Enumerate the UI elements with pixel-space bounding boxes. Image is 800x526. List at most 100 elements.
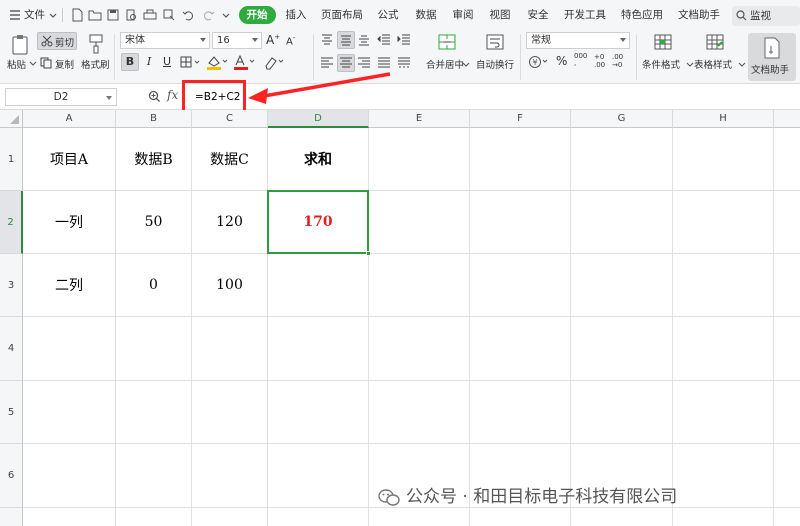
tab-review[interactable]: 审阅 xyxy=(448,0,478,30)
cell-I4[interactable] xyxy=(774,317,800,381)
cell-F4[interactable] xyxy=(470,317,571,381)
redo-icon[interactable] xyxy=(201,8,215,22)
column-header-D[interactable]: D xyxy=(268,110,369,128)
cell-H5[interactable] xyxy=(673,381,774,444)
cell-A2[interactable]: 一列 xyxy=(23,191,116,254)
cell-B6[interactable] xyxy=(116,444,192,508)
zoom-icon[interactable] xyxy=(148,90,161,106)
percent-icon[interactable]: % xyxy=(556,54,567,68)
fill-color-icon[interactable] xyxy=(206,54,230,73)
cell-B3[interactable]: 0 xyxy=(116,254,192,317)
paste-icon[interactable] xyxy=(10,34,30,59)
wrap-text-icon[interactable] xyxy=(486,33,504,54)
row-header-3[interactable]: 3 xyxy=(0,254,23,317)
conditional-format-button[interactable]: 条件格式 xyxy=(642,57,680,71)
quick-access-dropdown-icon[interactable] xyxy=(220,8,234,22)
cell-B5[interactable] xyxy=(116,381,192,444)
cell-D4[interactable] xyxy=(268,317,369,381)
decrease-font-icon[interactable]: A- xyxy=(286,34,295,47)
increase-font-icon[interactable]: A+ xyxy=(266,33,280,47)
thousands-separator-icon[interactable]: 000, xyxy=(574,53,587,67)
row-header-4[interactable]: 4 xyxy=(0,317,23,381)
cell-A1[interactable]: 项目A xyxy=(23,128,116,191)
file-menu[interactable]: 文件 xyxy=(24,0,45,30)
search-input[interactable]: 监视 xyxy=(732,6,800,26)
conditional-format-icon[interactable] xyxy=(654,33,672,54)
copy-icon[interactable] xyxy=(40,57,52,72)
tab-data[interactable]: 数据 xyxy=(411,0,441,30)
italic-button[interactable]: I xyxy=(140,53,158,71)
cell-E3[interactable] xyxy=(369,254,470,317)
cell-B7[interactable] xyxy=(116,508,192,526)
column-header-E[interactable]: E xyxy=(369,110,470,128)
column-header-C[interactable]: C xyxy=(192,110,268,128)
cell-C4[interactable] xyxy=(192,317,268,381)
cell-H2[interactable] xyxy=(673,191,774,254)
decrease-decimal-icon[interactable]: .00 →0 xyxy=(612,53,623,69)
hamburger-menu-icon[interactable] xyxy=(8,8,22,22)
cell-B1[interactable]: 数据B xyxy=(116,128,192,191)
cell-C7[interactable] xyxy=(192,508,268,526)
table-style-button[interactable]: 表格样式 xyxy=(694,57,732,71)
name-box[interactable]: D2 xyxy=(5,88,117,106)
chevron-down-icon[interactable] xyxy=(48,8,62,22)
cell-H3[interactable] xyxy=(673,254,774,317)
tab-doc-assistant[interactable]: 文档助手 xyxy=(677,0,721,30)
cell-G7[interactable] xyxy=(571,508,673,526)
cell-F1[interactable] xyxy=(470,128,571,191)
cell-B2[interactable]: 50 xyxy=(116,191,192,254)
format-painter-button[interactable]: 格式刷 xyxy=(81,57,110,71)
row-header-2[interactable]: 2 xyxy=(0,191,23,254)
column-header-F[interactable]: F xyxy=(470,110,571,128)
align-middle-button[interactable] xyxy=(337,31,355,49)
conditional-format-dropdown-icon[interactable] xyxy=(686,59,694,72)
merge-center-button[interactable]: 合并居中 xyxy=(426,57,464,71)
tab-developer[interactable]: 开发工具 xyxy=(563,0,607,30)
row-header-6[interactable]: 6 xyxy=(0,444,23,508)
row-header-1[interactable]: 1 xyxy=(0,128,23,191)
cell-H4[interactable] xyxy=(673,317,774,381)
cell-A3[interactable]: 二列 xyxy=(23,254,116,317)
cell-D5[interactable] xyxy=(268,381,369,444)
table-style-icon[interactable] xyxy=(706,33,724,54)
cell-G3[interactable] xyxy=(571,254,673,317)
tab-insert[interactable]: 插入 xyxy=(281,0,311,30)
wrap-text-button[interactable]: 自动换行 xyxy=(476,57,514,71)
cell-G2[interactable] xyxy=(571,191,673,254)
select-all-corner[interactable] xyxy=(0,110,23,128)
increase-decimal-icon[interactable]: +0.00 xyxy=(594,53,605,69)
cell-F3[interactable] xyxy=(470,254,571,317)
insert-function-button[interactable]: fx xyxy=(167,88,178,102)
cell-A5[interactable] xyxy=(23,381,116,444)
distributed-align-icon[interactable] xyxy=(397,56,411,73)
cell-D2[interactable]: 170 xyxy=(268,191,369,254)
tab-view[interactable]: 视图 xyxy=(485,0,515,30)
column-header-G[interactable]: G xyxy=(571,110,673,128)
cell-E1[interactable] xyxy=(369,128,470,191)
cell-F2[interactable] xyxy=(470,191,571,254)
column-header-A[interactable]: A xyxy=(23,110,116,128)
paste-dropdown-icon[interactable] xyxy=(29,58,37,71)
merge-center-icon[interactable] xyxy=(438,33,456,54)
cell-E4[interactable] xyxy=(369,317,470,381)
cell-D3[interactable] xyxy=(268,254,369,317)
cell-H7[interactable] xyxy=(673,508,774,526)
fill-handle[interactable] xyxy=(366,251,371,256)
copy-button[interactable]: 复制 xyxy=(55,57,74,71)
tab-home[interactable]: 开始 xyxy=(238,0,276,30)
row-header-partial[interactable] xyxy=(0,508,23,526)
cell-C1[interactable]: 数据C xyxy=(192,128,268,191)
cell-F7[interactable] xyxy=(470,508,571,526)
open-folder-icon[interactable] xyxy=(88,8,102,22)
align-top-icon[interactable] xyxy=(320,33,334,50)
tab-special-apps[interactable]: 特色应用 xyxy=(620,0,664,30)
bold-button[interactable]: B xyxy=(121,53,139,71)
cell-H1[interactable] xyxy=(673,128,774,191)
cell-A7[interactable] xyxy=(23,508,116,526)
tab-page-layout[interactable]: 页面布局 xyxy=(320,0,364,30)
row-header-5[interactable]: 5 xyxy=(0,381,23,444)
cell-G5[interactable] xyxy=(571,381,673,444)
zoom-preview-icon[interactable] xyxy=(162,8,176,22)
cell-I1[interactable] xyxy=(774,128,800,191)
print-preview-icon[interactable] xyxy=(124,8,138,22)
